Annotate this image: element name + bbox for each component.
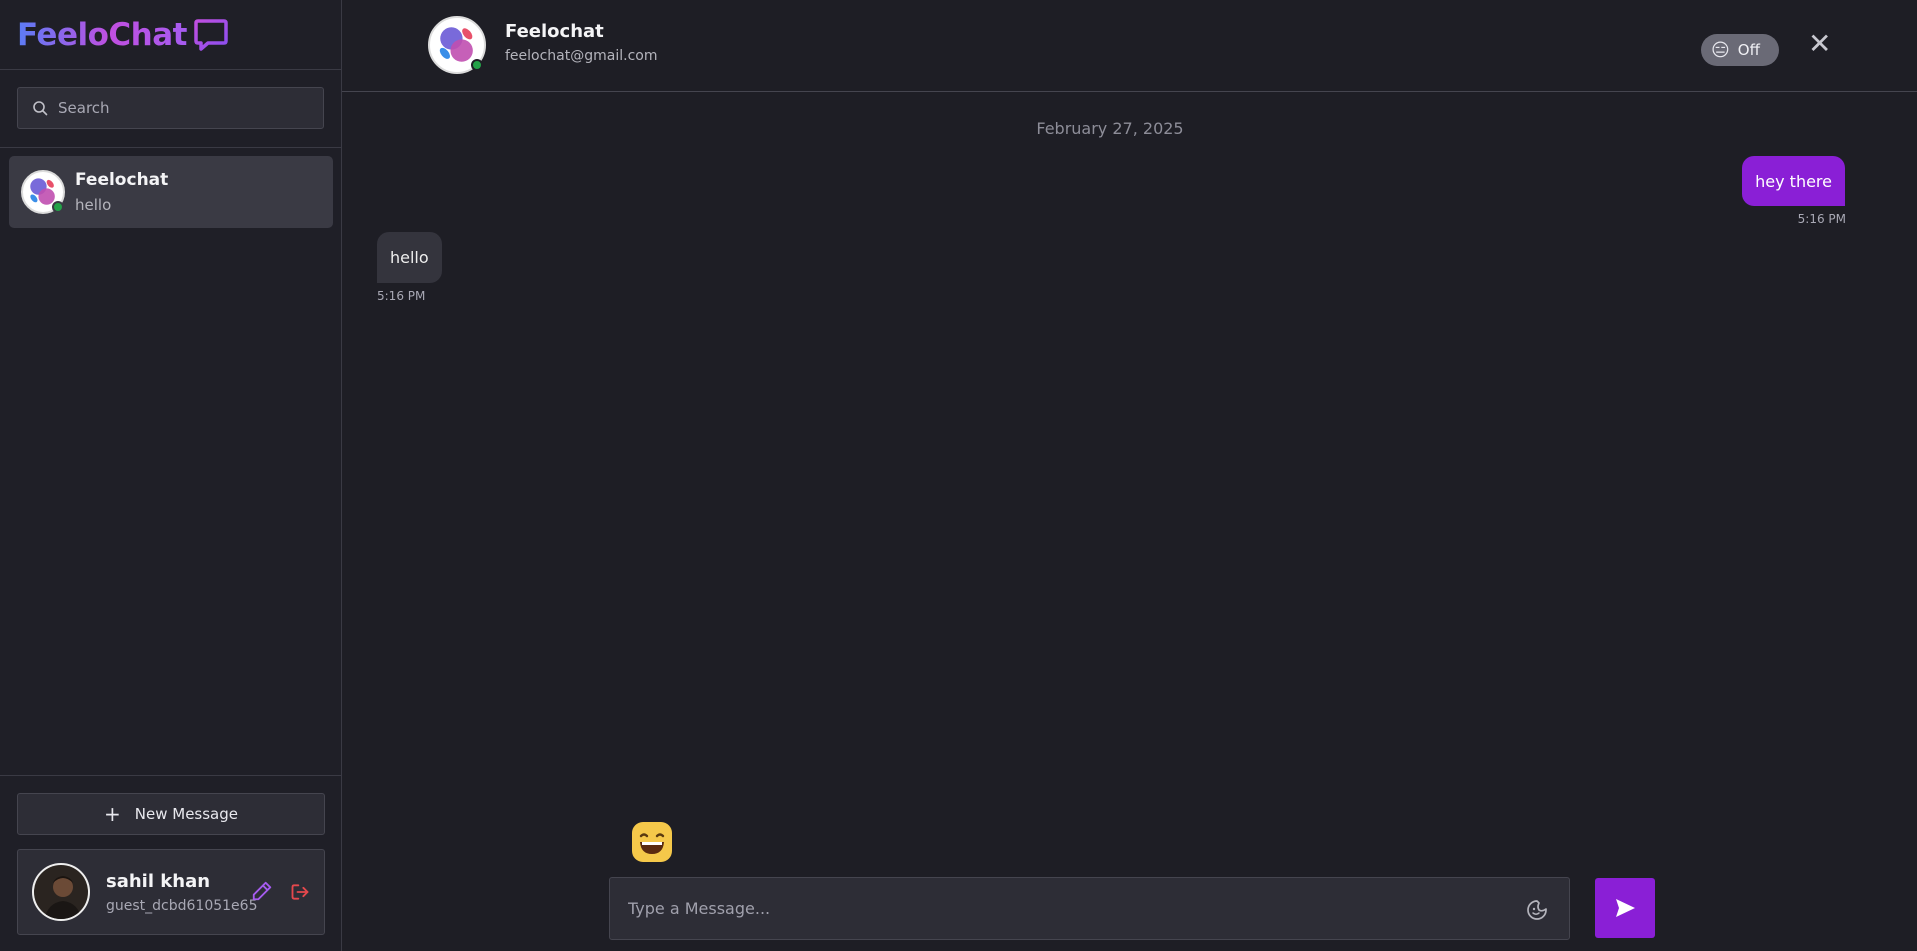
search-input[interactable] (58, 99, 308, 117)
contact-name: Feelochat (75, 170, 169, 190)
contact-last-message: hello (75, 196, 112, 214)
edit-icon[interactable] (251, 880, 273, 902)
plus-icon: + (104, 802, 121, 826)
user-avatar (32, 863, 90, 921)
chat-partner-avatar[interactable] (428, 16, 486, 74)
contact-item-feelochat[interactable]: Feelochat hello (9, 156, 333, 228)
logo: FeeloChat (0, 0, 341, 70)
chat-bubble-icon (194, 18, 228, 51)
new-message-label: New Message (134, 805, 238, 823)
message-timestamp: 5:16 PM (1797, 212, 1846, 226)
chat-header: Feelochat feelochat@gmail.com 😑 Off ✕ (342, 0, 1917, 92)
logout-icon[interactable] (290, 882, 310, 902)
user-id: guest_dcbd61051e65 (106, 897, 258, 914)
sidebar: FeeloChat Search Feelochat hello + New M… (0, 0, 342, 951)
user-profile-card: sahil khan guest_dcbd61051e65 (17, 849, 325, 935)
app-title: FeeloChat (17, 16, 187, 53)
user-name: sahil khan (106, 870, 211, 892)
send-button[interactable] (1595, 878, 1655, 938)
send-icon (1616, 899, 1635, 917)
message-input[interactable] (628, 899, 1508, 918)
chat-partner-email: feelochat@gmail.com (505, 48, 658, 64)
online-status-dot (52, 201, 64, 213)
close-icon[interactable]: ✕ (1808, 30, 1831, 58)
neutral-face-emoji-icon: 😑 (1711, 39, 1730, 61)
contact-avatar (21, 170, 65, 214)
message-composer (609, 877, 1570, 940)
grinning-emoji-icon[interactable] (631, 821, 673, 863)
outgoing-message: hey there (1742, 156, 1845, 206)
mood-toggle[interactable]: 😑 Off (1701, 34, 1779, 66)
new-message-button[interactable]: + New Message (17, 793, 325, 835)
incoming-message: hello (377, 232, 442, 283)
date-separator: February 27, 2025 (1036, 119, 1184, 138)
chat-partner-name: Feelochat (505, 21, 604, 42)
toggle-label: Off (1737, 41, 1760, 59)
sticker-icon[interactable] (1525, 898, 1549, 922)
message-timestamp: 5:16 PM (377, 289, 426, 303)
online-status-dot (471, 59, 483, 71)
sidebar-footer: + New Message sahil khan guest_dcbd61051… (0, 775, 342, 951)
search-icon (33, 101, 48, 116)
